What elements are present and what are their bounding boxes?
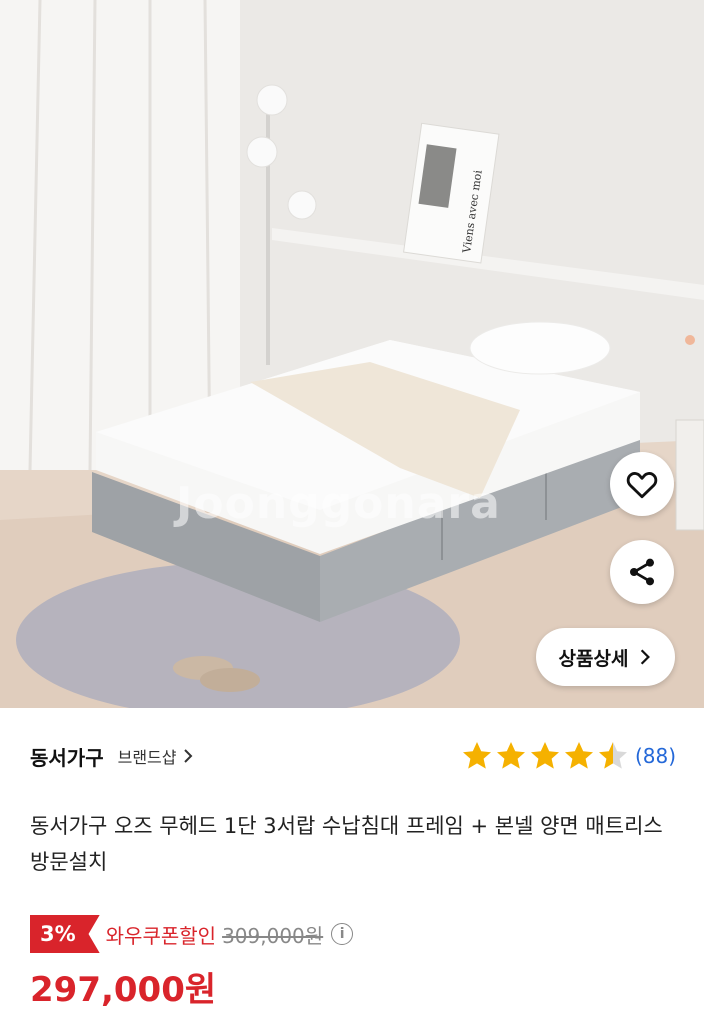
star-icon (496, 742, 525, 769)
product-detail-button[interactable]: 상품상세 (536, 628, 675, 686)
discount-badge: 3% (30, 915, 100, 953)
chevron-right-icon (183, 749, 192, 763)
star-icon (530, 742, 559, 769)
watermark: Joonggonara (176, 478, 501, 529)
wishlist-button[interactable] (610, 452, 674, 516)
share-icon (630, 558, 654, 586)
rating-stars (462, 742, 627, 769)
review-count[interactable]: (88) (635, 744, 676, 768)
share-button[interactable] (610, 540, 674, 604)
info-icon[interactable]: i (331, 923, 354, 945)
brand-shop-link[interactable]: 브랜드샵 (118, 744, 193, 768)
coupon-label: 와우쿠폰할인 (105, 923, 217, 948)
original-price: 309,000원 (222, 923, 324, 948)
rating[interactable]: (88) (461, 740, 676, 772)
star-icon (598, 742, 627, 769)
heart-icon (626, 472, 658, 499)
bed-scene-illustration: Viens avec moi (0, 0, 704, 708)
brand-name[interactable]: 동서가구 (30, 742, 104, 771)
brand-shop-label: 브랜드샵 (117, 748, 177, 767)
star-icon (564, 742, 593, 769)
product-detail-label: 상품상세 (558, 647, 629, 670)
star-icon (462, 742, 491, 769)
chevron-right-icon (641, 649, 651, 665)
product-image[interactable]: Viens avec moi Joonggonara 상품상세 (0, 0, 704, 708)
coupon-price-row: 3% 와우쿠폰할인 309,000원 i (30, 915, 354, 953)
product-title: 동서가구 오즈 무헤드 1단 3서랍 수납침대 프레임 + 본넬 양면 매트리스… (30, 814, 663, 874)
final-price: 297,000원 (30, 970, 217, 1010)
brand-row: 동서가구 브랜드샵 (88) (30, 736, 676, 776)
star-rating (461, 740, 629, 772)
